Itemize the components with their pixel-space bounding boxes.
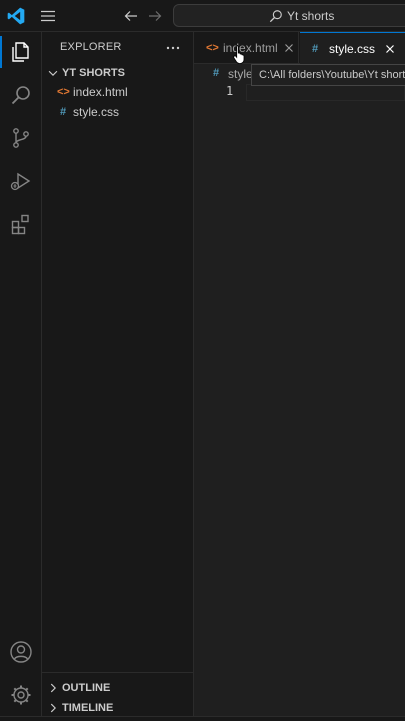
path-tooltip: C:\All folders\Youtube\Yt shorts (251, 64, 405, 86)
html-file-icon: <> (206, 41, 219, 54)
css-file-icon: # (213, 67, 220, 79)
activity-search[interactable] (0, 75, 42, 115)
bottom-panels: OUTLINE TIMELINE (42, 672, 194, 714)
arrow-left-icon[interactable] (123, 8, 139, 24)
activity-bar (0, 32, 42, 720)
timeline-label: TIMELINE (62, 702, 114, 714)
explorer-sidebar: EXPLORER YT SHORTS <> index.html # style… (42, 32, 194, 720)
activity-extensions[interactable] (0, 204, 42, 244)
editor-area[interactable]: # style 1 (194, 64, 405, 720)
search-icon (11, 86, 30, 105)
arrow-right-icon[interactable] (147, 8, 163, 24)
close-icon[interactable] (282, 41, 296, 55)
folder-header[interactable]: YT SHORTS (42, 63, 194, 83)
outline-section-header[interactable]: OUTLINE (42, 678, 194, 698)
file-name: index.html (73, 85, 128, 99)
timeline-section-header[interactable]: TIMELINE (42, 698, 194, 718)
run-debug-icon (10, 172, 31, 191)
breadcrumb-file[interactable]: style (228, 67, 253, 81)
command-center-search[interactable]: Yt shorts (173, 4, 405, 27)
line-number: 1 (226, 84, 234, 98)
css-file-icon: # (59, 106, 67, 118)
editor-tab-bar: <> index.html # style.css (194, 32, 405, 64)
tab-style-css[interactable]: # style.css (300, 32, 405, 64)
account-icon (10, 641, 32, 663)
current-line-highlight (246, 84, 405, 101)
activity-accounts[interactable] (0, 632, 42, 672)
gear-icon (11, 685, 31, 705)
title-bar: Yt shorts (0, 0, 405, 32)
files-icon (12, 42, 29, 62)
folder-name: YT SHORTS (62, 67, 125, 79)
outline-label: OUTLINE (62, 682, 111, 694)
vscode-logo-icon[interactable] (6, 6, 26, 26)
activity-manage[interactable] (0, 675, 42, 715)
file-item-style-css[interactable]: # style.css (42, 102, 194, 122)
activity-run-debug[interactable] (0, 161, 42, 201)
command-center-label: Yt shorts (287, 9, 335, 23)
tab-label: index.html (223, 40, 278, 55)
explorer-title: EXPLORER (60, 41, 122, 53)
chevron-right-icon (50, 683, 56, 693)
file-item-index-html[interactable]: <> index.html (42, 82, 194, 102)
activity-explorer[interactable] (0, 32, 42, 72)
search-icon (269, 10, 282, 23)
chevron-down-icon (48, 70, 58, 76)
chevron-right-icon (50, 703, 56, 713)
activity-source-control[interactable] (0, 118, 42, 158)
html-file-icon: <> (57, 86, 70, 98)
tab-label: style.css (329, 41, 376, 56)
more-actions-icon[interactable] (165, 40, 181, 56)
file-name: style.css (73, 105, 120, 119)
css-file-icon: # (312, 42, 319, 55)
close-icon[interactable] (383, 42, 397, 56)
extensions-icon (11, 214, 29, 235)
menu-icon[interactable] (40, 8, 56, 24)
hand-pointer-icon (233, 45, 245, 64)
source-control-icon (13, 128, 29, 148)
status-bar (0, 716, 405, 721)
